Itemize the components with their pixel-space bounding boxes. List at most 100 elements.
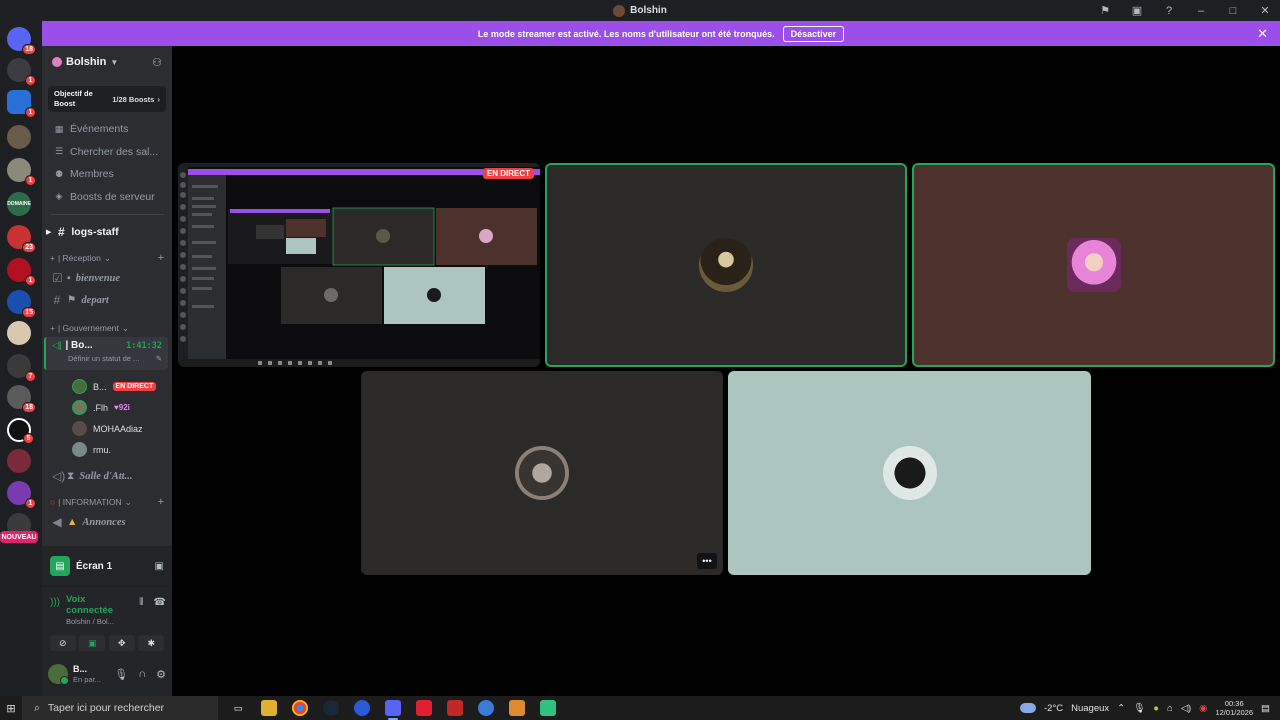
participant-tile[interactable]	[545, 163, 907, 367]
inbox-flag-icon[interactable]: ⚑	[1098, 4, 1112, 17]
voice-user[interactable]: rmu.	[42, 439, 172, 460]
channel-name: | Bo...	[65, 340, 93, 351]
pencil-icon[interactable]: ✎	[156, 354, 162, 363]
server-icon[interactable]: 5	[7, 418, 34, 444]
add-channel-icon[interactable]: +	[158, 496, 164, 508]
tray-app-icon[interactable]: ◉	[1199, 703, 1207, 714]
app-icon[interactable]	[540, 700, 556, 716]
signal-icon[interactable]: )))	[50, 597, 60, 608]
maximize-button[interactable]: □	[1226, 5, 1240, 17]
server-header[interactable]: Bolshin ▼ ⚇	[42, 46, 172, 78]
server-icon[interactable]: 7	[7, 354, 36, 382]
gear-icon[interactable]: ⚙	[156, 668, 166, 681]
windows-start-icon[interactable]: ⊞	[0, 702, 22, 715]
server-icon[interactable]	[7, 321, 31, 345]
disconnect-icon[interactable]: ☎	[154, 597, 166, 608]
microphone-icon[interactable]: 🎙	[1133, 703, 1145, 714]
steam-icon[interactable]	[323, 700, 339, 716]
soundboard-button[interactable]: ✱	[138, 635, 165, 651]
close-window-button[interactable]: ✕	[1258, 4, 1272, 17]
screen-share-button[interactable]: ▣	[79, 635, 106, 651]
voice-user-name: .Flh	[93, 402, 109, 413]
discord-home-icon[interactable]: 18	[7, 27, 36, 55]
disable-streamer-button[interactable]: Désactiver	[782, 25, 845, 42]
taskbar-search[interactable]: ⌕ Taper ici pour rechercher	[22, 696, 218, 720]
file-explorer-icon[interactable]	[261, 700, 277, 716]
voice-user[interactable]: B... EN DIRECT	[42, 376, 172, 397]
add-channel-icon[interactable]: +	[158, 252, 164, 264]
server-icon[interactable]: 1	[7, 58, 36, 86]
mention-badge: 18	[22, 44, 36, 55]
volume-icon[interactable]: ◁)	[1181, 703, 1191, 714]
headset-icon[interactable]: ∩	[138, 668, 146, 681]
server-icon[interactable]: 18	[7, 385, 36, 413]
server-icon[interactable]: 1	[7, 258, 36, 286]
server-icon[interactable]	[7, 449, 31, 473]
server-icon[interactable]: DOMAINE	[7, 192, 31, 216]
channel-bienvenue[interactable]: ☑ ▪ bienvenue	[42, 267, 172, 289]
server-icon[interactable]: 23	[7, 225, 36, 253]
stop-stream-icon[interactable]: ▣	[155, 561, 164, 572]
participant-tile[interactable]	[728, 371, 1091, 575]
voice-user[interactable]: MOHAAdiaz	[42, 418, 172, 439]
participant-avatar	[515, 446, 569, 500]
category-reception[interactable]: + | Réception ⌄ +	[42, 249, 172, 267]
chevron-up-icon[interactable]: ⌃	[1117, 703, 1125, 714]
app-icon[interactable]	[478, 700, 494, 716]
discord-icon[interactable]	[385, 700, 401, 720]
minimize-button[interactable]: –	[1194, 5, 1208, 17]
server-icon[interactable]: 1	[7, 481, 36, 509]
stream-preview-image	[178, 163, 540, 367]
app-icon[interactable]	[509, 700, 525, 716]
close-icon[interactable]: ✕	[1257, 26, 1268, 42]
server-icon[interactable]	[7, 125, 31, 149]
boost-goal[interactable]: Objectif de Boost 1/28 Boosts ›	[48, 86, 166, 112]
participant-tile[interactable]: •••	[361, 371, 723, 575]
channel-depart[interactable]: # ⚑ depart	[42, 289, 172, 311]
network-icon[interactable]: ⌂	[1167, 703, 1173, 714]
weather-label[interactable]: Nuageux	[1071, 703, 1109, 714]
voice-channel-active[interactable]: ◁| | Bo... 1:41:32 Définir un statut de …	[44, 337, 168, 370]
nav-events[interactable]: ▦ Événements	[42, 118, 172, 141]
invite-member-icon[interactable]: ⚇	[152, 56, 162, 69]
category-information[interactable]: ○ | INFORMATION ⌄ +	[42, 493, 172, 511]
nav-members[interactable]: ⚉ Membres	[42, 163, 172, 186]
live-badge: EN DIRECT	[112, 382, 157, 391]
tray-app-icon[interactable]: ●	[1153, 703, 1159, 714]
avatar[interactable]	[48, 664, 69, 685]
notification-icon[interactable]: ▤	[1261, 703, 1270, 714]
more-options-button[interactable]: •••	[697, 553, 717, 569]
divider	[50, 214, 164, 215]
nav-server-boosts[interactable]: ◈ Boosts de serveur	[42, 186, 172, 209]
nav-browse-channels[interactable]: ☰ Chercher des sal...	[42, 141, 172, 164]
camera-off-button[interactable]: ⊘	[49, 635, 76, 651]
voice-connected-subtitle[interactable]: Bolshin / Bol...	[66, 616, 133, 627]
voice-user[interactable]: .Flh ♥92i	[42, 397, 172, 418]
app-icon[interactable]	[447, 700, 463, 716]
noise-suppression-icon[interactable]: ⦀	[139, 597, 143, 608]
server-icon[interactable]: 15	[7, 290, 36, 318]
temperature[interactable]: -2°C	[1044, 703, 1063, 714]
streamer-mode-banner: Le mode streamer est activé. Les noms d'…	[42, 21, 1280, 46]
server-icon[interactable]: 1	[7, 90, 36, 118]
task-view-icon[interactable]: ▭	[230, 700, 246, 716]
chrome-icon[interactable]	[292, 700, 308, 716]
server-icon[interactable]: 1	[7, 158, 36, 186]
participant-tile[interactable]	[912, 163, 1275, 367]
category-gouvernement[interactable]: + | Gouvernement ⌄	[42, 319, 172, 337]
category-label: | INFORMATION	[58, 497, 122, 507]
channel-salle-attente[interactable]: ◁) ⧗ Salle d'Att...	[42, 465, 172, 487]
voice-connected-title[interactable]: Voix connectée	[66, 594, 133, 616]
inbox-icon[interactable]: ▣	[1130, 4, 1144, 17]
help-icon[interactable]: ?	[1162, 5, 1176, 17]
app-icon[interactable]	[354, 700, 370, 716]
activities-button[interactable]: ✥	[108, 635, 135, 651]
microphone-icon[interactable]: 🎙	[114, 668, 128, 681]
channel-logs-staff[interactable]: ▶ # logs-staff	[42, 221, 172, 243]
channel-annonces[interactable]: ◀ ▲ Annonces	[42, 511, 172, 533]
chevron-down-icon: ⌄	[124, 496, 132, 507]
wps-icon[interactable]	[416, 700, 432, 716]
speaker-icon: ◁)	[52, 469, 66, 483]
stream-tile[interactable]: EN DIRECT	[178, 163, 540, 367]
clock[interactable]: 00:36 12/01/2026	[1215, 699, 1253, 717]
